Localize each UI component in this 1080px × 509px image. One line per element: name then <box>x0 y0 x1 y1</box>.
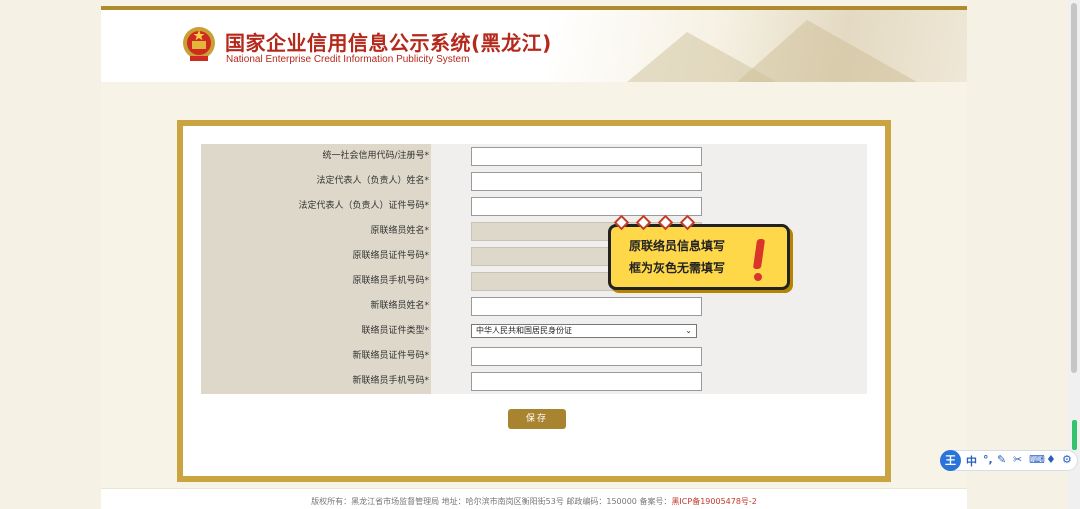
header-mountain-decoration <box>547 10 967 82</box>
ime-keyboard-icon[interactable]: ⌨ <box>1029 453 1045 466</box>
field-value-cell <box>431 144 867 169</box>
form-row: 联络员证件类型* 中华人民共和国居民身份证 ⌄ <box>201 319 867 344</box>
exclamation-dot-icon <box>754 273 762 281</box>
ime-settings-icon[interactable]: ⚙ <box>1062 453 1072 466</box>
ime-scissors-icon[interactable]: ✂ <box>1013 453 1022 466</box>
field-label: 新联络员证件号码* <box>201 344 431 369</box>
text-input[interactable] <box>471 297 702 316</box>
form-row: 法定代表人（负责人）证件号码* <box>201 194 867 219</box>
text-input[interactable] <box>471 147 702 166</box>
contact-change-form: 统一社会信用代码/注册号* 法定代表人（负责人）姓名* 法定代表人（负责人）证件号码… <box>177 120 891 482</box>
field-label: 原联络员手机号码* <box>201 269 431 294</box>
footer-text: 版权所有：黑龙江省市场监督管理局 地址：哈尔滨市南岗区衡阳街53号 邮政编码：1… <box>311 497 672 506</box>
field-label: 法定代表人（负责人）证件号码* <box>201 194 431 219</box>
field-value-cell <box>431 169 867 194</box>
instruction-callout: 原联络员信息填写 框为灰色无需填写 <box>608 214 792 292</box>
field-label: 原联络员证件号码* <box>201 244 431 269</box>
exclamation-icon <box>752 239 766 269</box>
field-label: 联络员证件类型* <box>201 319 431 344</box>
field-label: 法定代表人（负责人）姓名* <box>201 169 431 194</box>
ime-side-indicator <box>1072 420 1077 450</box>
callout-line-1: 原联络员信息填写 <box>629 239 726 253</box>
text-input[interactable] <box>471 372 702 391</box>
field-value-cell <box>431 369 867 394</box>
site-header: 国家企业信用信息公示系统(黑龙江) National Enterprise Cr… <box>101 10 967 82</box>
id-type-select[interactable]: 中华人民共和国居民身份证 ⌄ <box>471 324 697 338</box>
ime-handwriting-icon[interactable]: ✎ <box>997 453 1006 466</box>
form-row: 新联络员姓名* <box>201 294 867 319</box>
site-title: 国家企业信用信息公示系统(黑龙江) <box>225 31 552 55</box>
field-label: 新联络员姓名* <box>201 294 431 319</box>
footer-copyright: 版权所有：黑龙江省市场监督管理局 地址：哈尔滨市南岗区衡阳街53号 邮政编码：1… <box>101 496 967 507</box>
form-row: 新联络员手机号码* <box>201 369 867 394</box>
ime-punctuation-icon[interactable]: °, <box>983 453 993 466</box>
form-row: 法定代表人（负责人）姓名* <box>201 169 867 194</box>
scrollbar-thumb[interactable] <box>1071 3 1077 373</box>
form-row: 新联络员证件号码* <box>201 344 867 369</box>
field-label: 新联络员手机号码* <box>201 369 431 394</box>
page: 国家企业信用信息公示系统(黑龙江) National Enterprise Cr… <box>101 0 967 509</box>
ime-skin-icon[interactable]: ♦ <box>1046 453 1056 466</box>
site-subtitle: National Enterprise Credit Information P… <box>226 54 470 65</box>
ime-mode-toggle[interactable]: 中 <box>966 453 977 469</box>
save-button[interactable]: 保存 <box>508 409 566 429</box>
field-label: 原联络员姓名* <box>201 219 431 244</box>
chevron-down-icon: ⌄ <box>685 326 692 335</box>
form-row: 统一社会信用代码/注册号* <box>201 144 867 169</box>
text-input[interactable] <box>471 197 702 216</box>
select-value: 中华人民共和国居民身份证 <box>476 326 572 335</box>
national-emblem-icon <box>183 27 215 61</box>
ime-logo-icon[interactable]: 王 <box>940 450 961 471</box>
field-value-cell <box>431 344 867 369</box>
field-value-cell: 中华人民共和国居民身份证 ⌄ <box>431 319 867 344</box>
callout-line-2: 框为灰色无需填写 <box>629 261 726 275</box>
field-label: 统一社会信用代码/注册号* <box>201 144 431 169</box>
text-input[interactable] <box>471 172 702 191</box>
footer: 版权所有：黑龙江省市场监督管理局 地址：哈尔滨市南岗区衡阳街53号 邮政编码：1… <box>101 488 967 509</box>
icp-link[interactable]: 黑ICP备19005478号-2 <box>671 497 756 506</box>
ime-toolbar[interactable]: 王 中 °, ✎ ✂ ⌨ ♦ ⚙ <box>940 450 1078 471</box>
field-value-cell <box>431 194 867 219</box>
text-input[interactable] <box>471 347 702 366</box>
field-value-cell <box>431 294 867 319</box>
callout-box: 原联络员信息填写 框为灰色无需填写 <box>608 224 790 290</box>
